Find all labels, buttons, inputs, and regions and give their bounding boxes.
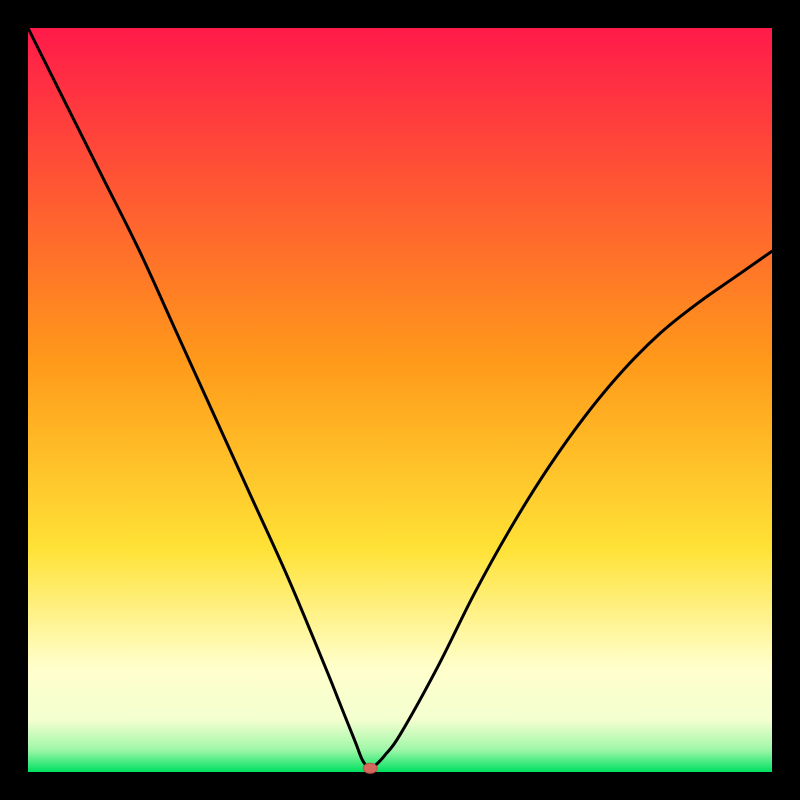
chart-frame: TheBottleneck.com <box>0 0 800 800</box>
bottleneck-chart <box>0 0 800 800</box>
plot-gradient-background <box>28 28 772 772</box>
optimal-point-marker <box>363 763 377 773</box>
